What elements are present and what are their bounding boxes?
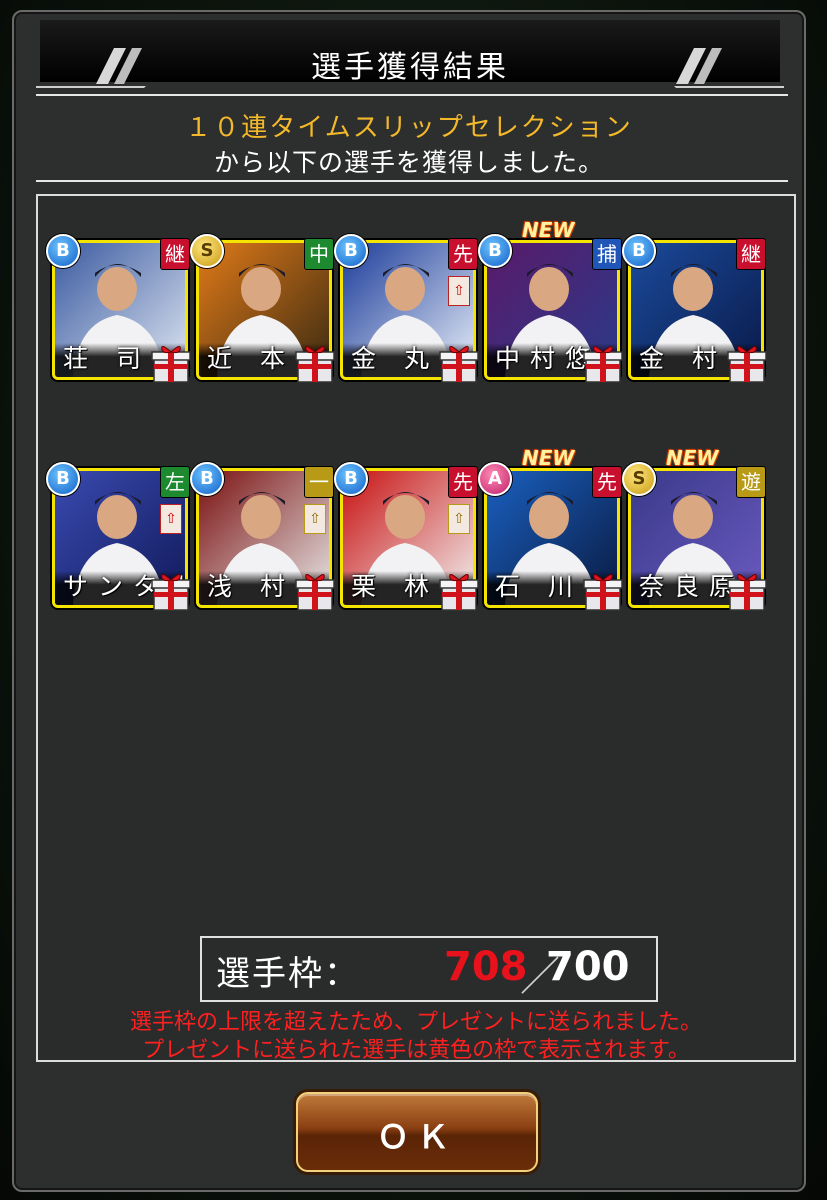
gift-box-icon bbox=[726, 342, 768, 384]
player-card[interactable]: 栗 林 B 先 ⇧ bbox=[334, 462, 479, 611]
rank-badge: A bbox=[478, 462, 512, 496]
roster-max: 700 bbox=[546, 944, 630, 990]
position-badge: 遊 bbox=[736, 466, 766, 498]
position-badge: 中 bbox=[304, 238, 334, 270]
upgrade-arrow-icon: ⇧ bbox=[448, 276, 470, 306]
ok-button[interactable]: ＯＫ bbox=[296, 1092, 538, 1172]
divider-top bbox=[36, 94, 788, 96]
upgrade-arrow-icon: ⇧ bbox=[160, 504, 182, 534]
position-badge: 先 bbox=[448, 466, 478, 498]
player-name: 荘 司 bbox=[63, 344, 151, 373]
position-badge: 一 bbox=[304, 466, 334, 498]
players-panel: 荘 司B継近 本S中金 丸B先⇧中村悠B捕NEW金 村B継サンタナB左⇧浅 村B… bbox=[36, 194, 796, 1063]
rank-badge: B bbox=[46, 234, 80, 268]
rank-badge: B bbox=[622, 234, 656, 268]
rank-badge: S bbox=[622, 462, 656, 496]
gift-box-icon bbox=[150, 570, 192, 612]
position-badge: 継 bbox=[160, 238, 190, 270]
gacha-name: １０連タイムスリップセレクション bbox=[185, 113, 633, 143]
title-bar: 選手獲得結果 bbox=[36, 20, 784, 88]
player-name: 金 丸 bbox=[351, 344, 439, 373]
player-card[interactable]: サンタナB左⇧ bbox=[46, 462, 191, 611]
rank-badge: B bbox=[46, 462, 80, 496]
upgrade-arrow-icon: ⇧ bbox=[304, 504, 326, 534]
gift-box-icon bbox=[294, 570, 336, 612]
dialog-title: 選手獲得結果 bbox=[311, 50, 509, 85]
new-badge: NEW bbox=[666, 446, 719, 470]
player-name: 栗 林 bbox=[351, 572, 439, 601]
ok-button-label: ＯＫ bbox=[376, 1118, 457, 1156]
player-name: 石 川 bbox=[495, 572, 583, 601]
player-name: 近 本 bbox=[207, 344, 295, 373]
player-card[interactable]: 奈良原 S 遊 NEW bbox=[622, 446, 767, 611]
new-badge: NEW bbox=[522, 218, 575, 242]
gift-box-icon bbox=[582, 570, 624, 612]
player-name: 浅 村 bbox=[207, 572, 295, 601]
divider-bottom bbox=[36, 180, 788, 182]
player-name: 金 村 bbox=[639, 344, 727, 373]
player-card[interactable]: 金 村 B 継 bbox=[622, 234, 767, 383]
position-badge: 先 bbox=[592, 466, 622, 498]
new-badge: NEW bbox=[522, 446, 575, 470]
gift-box-icon bbox=[438, 570, 480, 612]
rank-badge: B bbox=[478, 234, 512, 268]
roster-label: 選手枠： bbox=[216, 954, 360, 994]
roster-current: 708 bbox=[444, 944, 528, 990]
roster-count-box: 選手枠： 708 ／ 700 bbox=[200, 936, 658, 1002]
position-badge: 継 bbox=[736, 238, 766, 270]
result-text: から以下の選手を獲得しました。 bbox=[213, 148, 604, 177]
gift-box-icon bbox=[438, 342, 480, 384]
gift-box-icon bbox=[150, 342, 192, 384]
player-card[interactable]: 荘 司 B 継 bbox=[46, 234, 191, 383]
position-badge: 捕 bbox=[592, 238, 622, 270]
rank-badge: S bbox=[190, 234, 224, 268]
upgrade-arrow-icon: ⇧ bbox=[448, 504, 470, 534]
player-card[interactable]: 金 丸 B 先 ⇧ bbox=[334, 234, 479, 383]
rank-badge: B bbox=[334, 234, 368, 268]
player-card[interactable]: 中村悠 B 捕 NEW bbox=[478, 218, 623, 383]
position-badge: 左 bbox=[160, 466, 190, 498]
warning-line-2: プレゼントに送られた選手は黄色の枠で表示されます。 bbox=[142, 1038, 690, 1063]
gift-box-icon bbox=[582, 342, 624, 384]
result-dialog: 選手獲得結果 １０連タイムスリップセレクション から以下の選手を獲得しました。 … bbox=[12, 10, 806, 1192]
player-card[interactable]: 浅 村 B 一 ⇧ bbox=[190, 462, 335, 611]
player-card[interactable]: 近 本 S 中 bbox=[190, 234, 335, 383]
gift-box-icon bbox=[294, 342, 336, 384]
position-badge: 先 bbox=[448, 238, 478, 270]
gift-box-icon bbox=[726, 570, 768, 612]
rank-badge: B bbox=[334, 462, 368, 496]
player-card[interactable]: 石 川 A 先 NEW bbox=[478, 446, 623, 611]
rank-badge: B bbox=[190, 462, 224, 496]
